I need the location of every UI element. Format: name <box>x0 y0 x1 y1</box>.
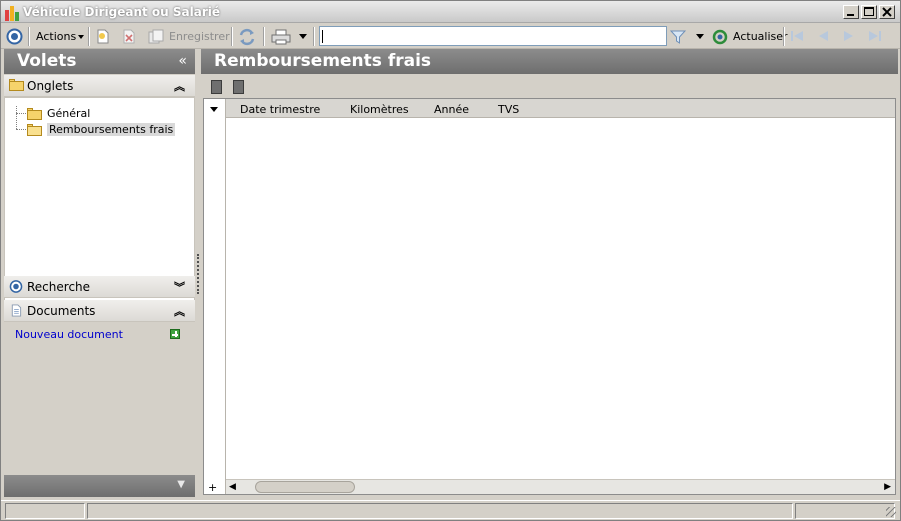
window-title: Véhicule Dirigeant ou Salarié <box>23 5 220 19</box>
delete-icon <box>123 29 135 44</box>
save-button[interactable]: Enregistrer <box>148 26 230 47</box>
search-section-header[interactable]: Recherche ︾ <box>4 276 195 298</box>
first-record-icon[interactable] <box>789 29 805 43</box>
refresh-label: Actualiser <box>733 30 788 43</box>
print-dropdown-button[interactable] <box>299 26 307 47</box>
folder-icon <box>27 107 43 120</box>
column-chooser-icon[interactable] <box>210 107 218 112</box>
column-header-tvs[interactable]: TVS <box>498 103 519 116</box>
chevron-down-icon <box>78 34 85 39</box>
tree-item-general[interactable]: Général <box>27 106 90 121</box>
save-icon <box>148 29 164 44</box>
minimize-button[interactable] <box>843 5 859 19</box>
panels-header: Volets « <box>4 49 195 74</box>
close-icon <box>882 7 892 17</box>
filter-button[interactable] <box>670 26 686 47</box>
search-input[interactable] <box>319 26 667 46</box>
new-document-icon <box>97 29 109 44</box>
scrollbar-thumb[interactable] <box>255 481 355 493</box>
actions-menu-button[interactable]: Actions <box>36 26 85 47</box>
status-bar <box>1 500 900 520</box>
app-menu-icon <box>6 28 23 45</box>
maximize-button[interactable] <box>861 5 877 19</box>
sync-icon <box>239 28 255 45</box>
chevron-down-icon <box>299 34 307 39</box>
collapse-panel-icon[interactable]: « <box>178 53 187 69</box>
text-caret <box>322 30 323 43</box>
search-section-label: Recherche <box>27 280 91 294</box>
folder-icon <box>9 79 24 92</box>
grid-toolbar <box>203 76 896 98</box>
status-cell <box>87 503 793 519</box>
window-resize-grip[interactable] <box>886 507 896 517</box>
main-panel: Remboursements frais Date trimestre Kilo… <box>201 49 898 497</box>
column-header-kilometres[interactable]: Kilomètres <box>350 103 409 116</box>
collapse-section-icon[interactable]: ︽ <box>174 78 185 94</box>
data-grid: Date trimestre Kilomètres Année TVS + ◀ … <box>203 98 896 495</box>
add-document-icon[interactable] <box>170 329 180 339</box>
horizontal-scrollbar[interactable]: ◀ ▶ <box>226 479 895 494</box>
search-section-icon <box>9 280 23 293</box>
collapse-section-icon[interactable]: ︽ <box>174 303 185 319</box>
refresh-icon <box>712 29 728 44</box>
filter-icon <box>670 30 686 44</box>
panel-footer: ▼ <box>4 475 195 497</box>
filter-dropdown-button[interactable] <box>696 26 704 47</box>
delete-button[interactable] <box>122 26 136 47</box>
tree-item-label: Remboursements frais <box>47 123 176 136</box>
documents-section-header[interactable]: Documents ︽ <box>4 300 195 322</box>
column-header-date-trimestre[interactable]: Date trimestre <box>240 103 320 116</box>
new-record-icon[interactable] <box>211 80 222 94</box>
column-header-annee[interactable]: Année <box>434 103 469 116</box>
status-cell <box>5 503 85 519</box>
printer-icon <box>271 29 291 44</box>
main-header: Remboursements frais <box>201 49 898 74</box>
scroll-right-icon[interactable]: ▶ <box>884 482 891 492</box>
row-selector-column <box>204 99 226 494</box>
tree-item-label: Général <box>47 107 91 120</box>
new-document-link[interactable]: Nouveau document <box>15 328 123 341</box>
sync-button[interactable] <box>238 26 256 47</box>
app-window: Véhicule Dirigeant ou Salarié Actions En… <box>0 0 901 521</box>
main-toolbar: Actions Enregistrer Actualiser <box>1 24 900 49</box>
next-record-icon[interactable] <box>841 29 857 43</box>
expand-section-icon[interactable]: ︾ <box>174 279 185 295</box>
documents-section-label: Documents <box>27 304 96 318</box>
app-menu-button[interactable] <box>6 26 23 47</box>
app-logo-icon <box>5 6 20 21</box>
maximize-icon <box>864 7 874 16</box>
page-title: Remboursements frais <box>214 51 432 71</box>
chevron-down-icon[interactable]: ▼ <box>177 479 185 490</box>
minimize-icon <box>847 14 854 16</box>
chevron-down-icon <box>696 34 704 39</box>
close-button[interactable] <box>879 5 895 19</box>
documents-area <box>4 324 195 474</box>
folder-open-icon <box>27 123 43 136</box>
refresh-button[interactable]: Actualiser <box>712 26 788 47</box>
tree-item-remboursements-frais[interactable]: Remboursements frais <box>27 122 176 137</box>
scroll-left-icon[interactable]: ◀ <box>229 482 236 492</box>
actions-label: Actions <box>36 30 77 43</box>
status-cell <box>795 503 895 519</box>
previous-record-icon[interactable] <box>815 29 831 43</box>
new-button[interactable] <box>96 26 110 47</box>
panels-title: Volets <box>17 51 77 71</box>
edit-record-icon[interactable] <box>233 80 244 94</box>
tabs-section-header[interactable]: Onglets ︽ <box>4 75 195 97</box>
left-panel: Volets « Onglets ︽ Général Remboursement… <box>4 49 195 497</box>
last-record-icon[interactable] <box>867 29 883 43</box>
print-button[interactable] <box>271 26 291 47</box>
title-bar[interactable]: Véhicule Dirigeant ou Salarié <box>1 1 900 23</box>
add-row-icon[interactable]: + <box>208 481 217 494</box>
document-icon <box>11 304 22 317</box>
tabs-section-label: Onglets <box>27 79 74 93</box>
grid-header: Date trimestre Kilomètres Année TVS <box>226 99 895 118</box>
save-label: Enregistrer <box>169 30 230 43</box>
